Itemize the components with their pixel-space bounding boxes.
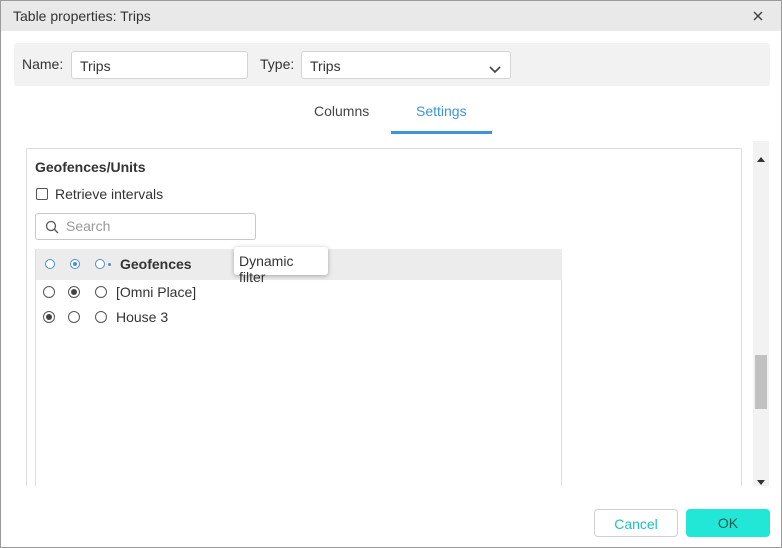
tab-columns[interactable]: Columns (314, 103, 369, 119)
row-2-label: House 3 (116, 309, 169, 325)
scrollbar-track[interactable] (753, 141, 769, 486)
row-1-label: [Omni Place] (116, 284, 197, 300)
row-1-dynamic-radio[interactable] (95, 286, 107, 298)
scroll-up-icon[interactable] (757, 149, 765, 167)
ok-button[interactable]: OK (686, 509, 770, 537)
tab-bar: Columns Settings (1, 96, 781, 136)
header-exclude-all-radio[interactable] (45, 259, 55, 269)
name-label: Name: (22, 56, 64, 72)
name-type-bar: Name: Trips Type: Trips (14, 43, 770, 86)
search-input[interactable] (66, 218, 251, 234)
row-1-include-radio[interactable] (68, 286, 80, 298)
scroll-down-icon[interactable] (757, 473, 765, 491)
search-icon (45, 220, 59, 239)
type-label: Type: (260, 56, 295, 72)
row-2-include-radio[interactable] (68, 311, 80, 323)
retrieve-intervals-checkbox[interactable] (36, 188, 48, 200)
close-icon[interactable] (750, 8, 766, 24)
geofence-list: Geofences [Omni Place] House 3 (35, 249, 562, 486)
active-tab-indicator (391, 131, 492, 134)
section-title: Geofences/Units (35, 159, 146, 175)
dynamic-filter-tooltip: Dynamic filter (234, 247, 328, 285)
tab-settings[interactable]: Settings (416, 103, 467, 119)
name-input[interactable]: Trips (71, 51, 248, 79)
type-select[interactable]: Trips (301, 51, 511, 79)
list-header-label: Geofences (120, 256, 192, 272)
settings-panel: Geofences/Units Retrieve intervals Geofe… (26, 148, 742, 486)
scrollbar-thumb[interactable] (755, 355, 767, 409)
cancel-button[interactable]: Cancel (594, 509, 678, 537)
header-dynamic-filter-radio[interactable] (95, 259, 105, 269)
search-box (35, 213, 256, 240)
dynamic-filter-marker (108, 263, 111, 266)
table-properties-dialog: Table properties: Trips Name: Trips Type… (0, 0, 782, 548)
header-include-all-radio[interactable] (70, 259, 80, 269)
dialog-title: Table properties: Trips (13, 8, 151, 24)
chevron-down-icon (489, 61, 501, 77)
retrieve-intervals-label: Retrieve intervals (55, 186, 164, 202)
row-1-exclude-radio[interactable] (43, 286, 55, 298)
row-2-dynamic-radio[interactable] (95, 311, 107, 323)
type-select-value: Trips (310, 58, 341, 74)
title-bar: Table properties: Trips (1, 1, 781, 31)
row-2-exclude-radio[interactable] (43, 311, 55, 323)
